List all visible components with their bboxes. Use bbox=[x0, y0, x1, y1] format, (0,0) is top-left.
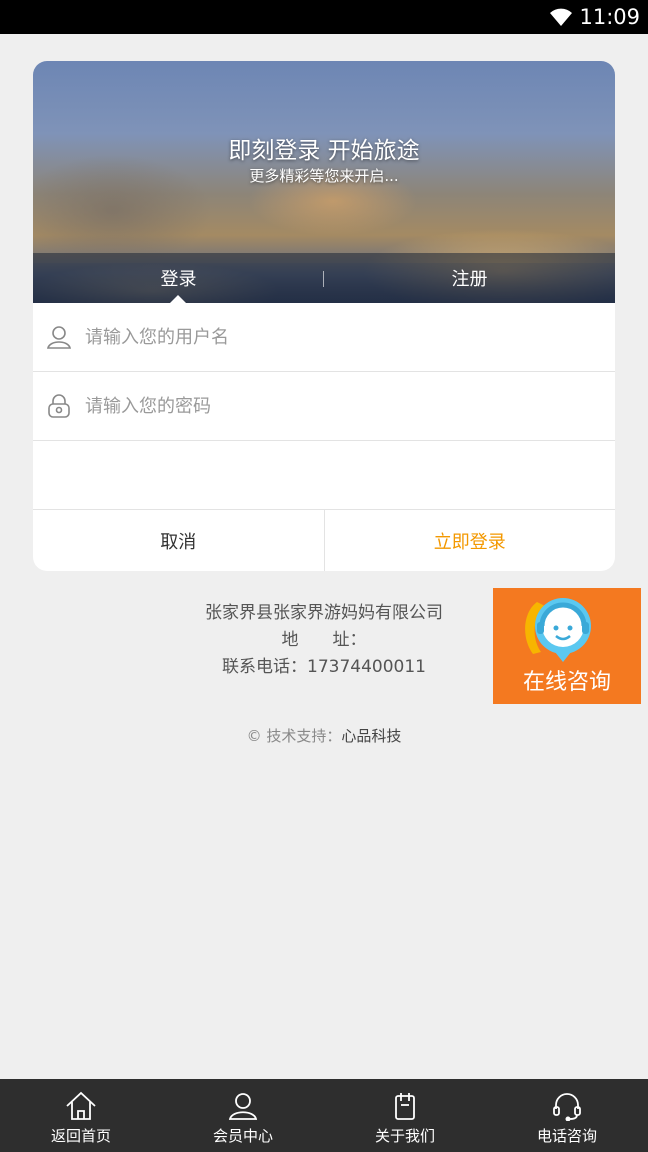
login-card: 即刻登录 开始旅途 更多精彩等您来开启... 登录 注册 取消 bbox=[33, 61, 615, 571]
nav-about[interactable]: 关于我们 bbox=[324, 1079, 486, 1152]
status-bar: 11:09 bbox=[0, 0, 648, 34]
hero-title: 即刻登录 开始旅途 bbox=[228, 138, 420, 164]
nav-home-label: 返回首页 bbox=[50, 1127, 111, 1145]
username-field bbox=[33, 303, 615, 372]
login-button[interactable]: 立即登录 bbox=[325, 510, 616, 571]
home-icon bbox=[66, 1091, 96, 1120]
lock-icon bbox=[45, 392, 73, 420]
online-consult-button[interactable]: 在线咨询 bbox=[493, 588, 641, 704]
headset-icon bbox=[553, 1093, 581, 1121]
hero-subtitle: 更多精彩等您来开启... bbox=[249, 167, 399, 185]
wifi-icon bbox=[549, 7, 573, 27]
nav-about-label: 关于我们 bbox=[374, 1127, 435, 1145]
document-icon bbox=[395, 1093, 415, 1120]
consult-label: 在线咨询 bbox=[522, 670, 611, 695]
username-input[interactable] bbox=[85, 326, 565, 348]
bottom-nav: 返回首页 会员中心 关于我们 电话咨询 bbox=[0, 1079, 648, 1152]
nav-member[interactable]: 会员中心 bbox=[162, 1079, 324, 1152]
nav-phone-label: 电话咨询 bbox=[536, 1127, 597, 1145]
support-prefix: © 技术支持： bbox=[246, 727, 342, 745]
nav-home[interactable]: 返回首页 bbox=[0, 1079, 162, 1152]
tab-register[interactable]: 注册 bbox=[324, 253, 615, 303]
cancel-button[interactable]: 取消 bbox=[33, 510, 325, 571]
tech-support: © 技术支持：心品科技 bbox=[0, 725, 648, 746]
nav-phone[interactable]: 电话咨询 bbox=[486, 1079, 648, 1152]
user-icon bbox=[45, 323, 73, 351]
password-input[interactable] bbox=[85, 395, 565, 417]
hero-banner: 即刻登录 开始旅途 更多精彩等您来开启... 登录 注册 bbox=[33, 61, 615, 304]
tab-bar: 登录 注册 bbox=[33, 253, 615, 304]
user-icon bbox=[228, 1093, 258, 1120]
password-field bbox=[33, 372, 615, 441]
support-brand[interactable]: 心品科技 bbox=[341, 727, 401, 745]
nav-member-label: 会员中心 bbox=[212, 1127, 273, 1145]
status-time: 11:09 bbox=[579, 5, 640, 29]
form-actions: 取消 立即登录 bbox=[33, 509, 615, 571]
customer-service-icon bbox=[525, 598, 591, 662]
